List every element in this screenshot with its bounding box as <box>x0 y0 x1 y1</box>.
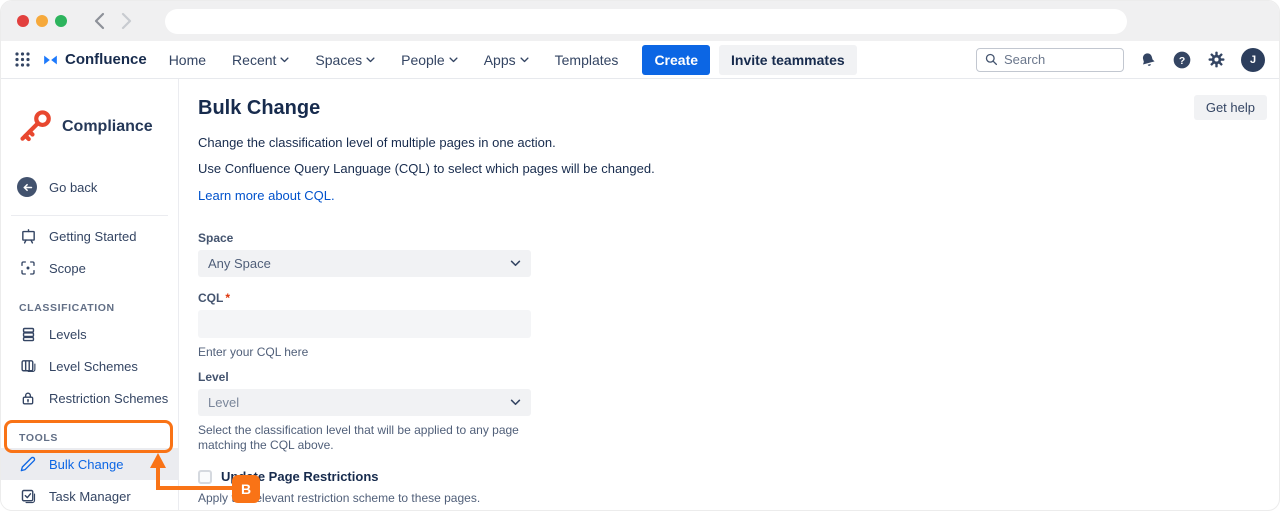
stack-icon <box>19 326 37 343</box>
compliance-logo: Compliance <box>1 79 178 149</box>
learn-more-cql-link[interactable]: Learn more about CQL. <box>198 188 335 203</box>
classification-section-header: CLASSIFICATION <box>1 302 178 314</box>
sidebar-item-task-manager[interactable]: Task Manager <box>1 480 178 511</box>
app-name: Compliance <box>62 118 153 136</box>
columns-icon <box>19 358 37 375</box>
window-controls <box>17 15 67 27</box>
nav-item-templates[interactable]: Templates <box>555 52 619 68</box>
go-back-button[interactable]: Go back <box>1 171 178 203</box>
svg-text:?: ? <box>1179 55 1185 66</box>
address-bar[interactable] <box>165 9 1127 34</box>
app-window: Confluence Home Recent Spaces People App… <box>0 0 1280 511</box>
level-select[interactable]: Level <box>198 389 531 416</box>
description-line-1: Change the classification level of multi… <box>198 134 1279 151</box>
divider <box>11 215 168 216</box>
user-avatar[interactable]: J <box>1241 48 1265 72</box>
chevron-down-icon <box>510 399 521 406</box>
confluence-logo[interactable]: Confluence <box>42 51 147 68</box>
cql-input[interactable] <box>198 310 531 338</box>
nav-item-spaces[interactable]: Spaces <box>315 52 375 68</box>
key-icon <box>15 105 55 149</box>
scope-icon <box>19 260 37 276</box>
chevron-down-icon <box>449 57 458 63</box>
space-label: Space <box>198 231 531 245</box>
cql-helper-text: Enter your CQL here <box>198 345 531 360</box>
easel-icon <box>19 228 37 245</box>
search-input[interactable] <box>1004 52 1115 67</box>
chevron-down-icon <box>510 260 521 267</box>
help-icon[interactable]: ? <box>1172 50 1192 70</box>
task-check-icon <box>19 488 37 505</box>
browser-forward-icon[interactable] <box>120 12 133 30</box>
settings-gear-icon[interactable] <box>1207 50 1226 69</box>
annotation-label-b: B <box>232 475 260 503</box>
sidebar-item-level-schemes[interactable]: Level Schemes <box>1 350 178 382</box>
bulk-change-form: Space Any Space CQL* Enter your CQL here… <box>198 231 531 511</box>
space-select[interactable]: Any Space <box>198 250 531 277</box>
nav-item-people[interactable]: People <box>401 52 458 68</box>
page-title: Bulk Change <box>198 97 1279 120</box>
sidebar-item-getting-started[interactable]: Getting Started <box>1 220 178 252</box>
cql-label: CQL* <box>198 291 531 305</box>
sidebar-item-levels[interactable]: Levels <box>1 318 178 350</box>
app-nav: Confluence Home Recent Spaces People App… <box>1 41 1279 79</box>
app-switcher-icon[interactable] <box>15 52 30 67</box>
update-restrictions-checkbox[interactable] <box>198 470 212 484</box>
close-window-icon[interactable] <box>17 15 29 27</box>
get-help-button[interactable]: Get help <box>1194 95 1267 120</box>
search-icon <box>985 53 998 66</box>
description-line-2: Use Confluence Query Language (CQL) to s… <box>198 160 1279 177</box>
notifications-bell-icon[interactable] <box>1139 51 1157 69</box>
required-asterisk: * <box>225 291 230 305</box>
browser-chrome <box>1 1 1279 41</box>
confluence-mark-icon <box>42 52 59 68</box>
sidebar-item-restriction-schemes[interactable]: Restriction Schemes <box>1 382 178 414</box>
nav-item-home[interactable]: Home <box>169 52 206 68</box>
pencil-icon <box>19 456 37 472</box>
sidebar-item-scope[interactable]: Scope <box>1 252 178 284</box>
annotation-arrow-line-horizontal <box>156 486 234 490</box>
chevron-down-icon <box>366 57 375 63</box>
chevron-down-icon <box>280 57 289 63</box>
level-helper-text: Select the classification level that wil… <box>198 423 543 453</box>
create-button[interactable]: Create <box>642 45 710 75</box>
level-label: Level <box>198 370 531 384</box>
brand-name: Confluence <box>65 51 147 68</box>
zoom-window-icon[interactable] <box>55 15 67 27</box>
main-content: Get help Bulk Change Change the classifi… <box>179 79 1279 511</box>
arrow-left-icon <box>17 177 37 197</box>
sidebar: Compliance Go back Getting Started <box>1 79 179 511</box>
minimize-window-icon[interactable] <box>36 15 48 27</box>
nav-item-recent[interactable]: Recent <box>232 52 289 68</box>
invite-teammates-button[interactable]: Invite teammates <box>719 45 857 75</box>
search-box[interactable] <box>976 48 1124 72</box>
lock-icon <box>19 390 37 407</box>
nav-item-apps[interactable]: Apps <box>484 52 529 68</box>
browser-back-icon[interactable] <box>93 12 106 30</box>
tools-section-header: TOOLS <box>1 432 178 444</box>
chevron-down-icon <box>520 57 529 63</box>
